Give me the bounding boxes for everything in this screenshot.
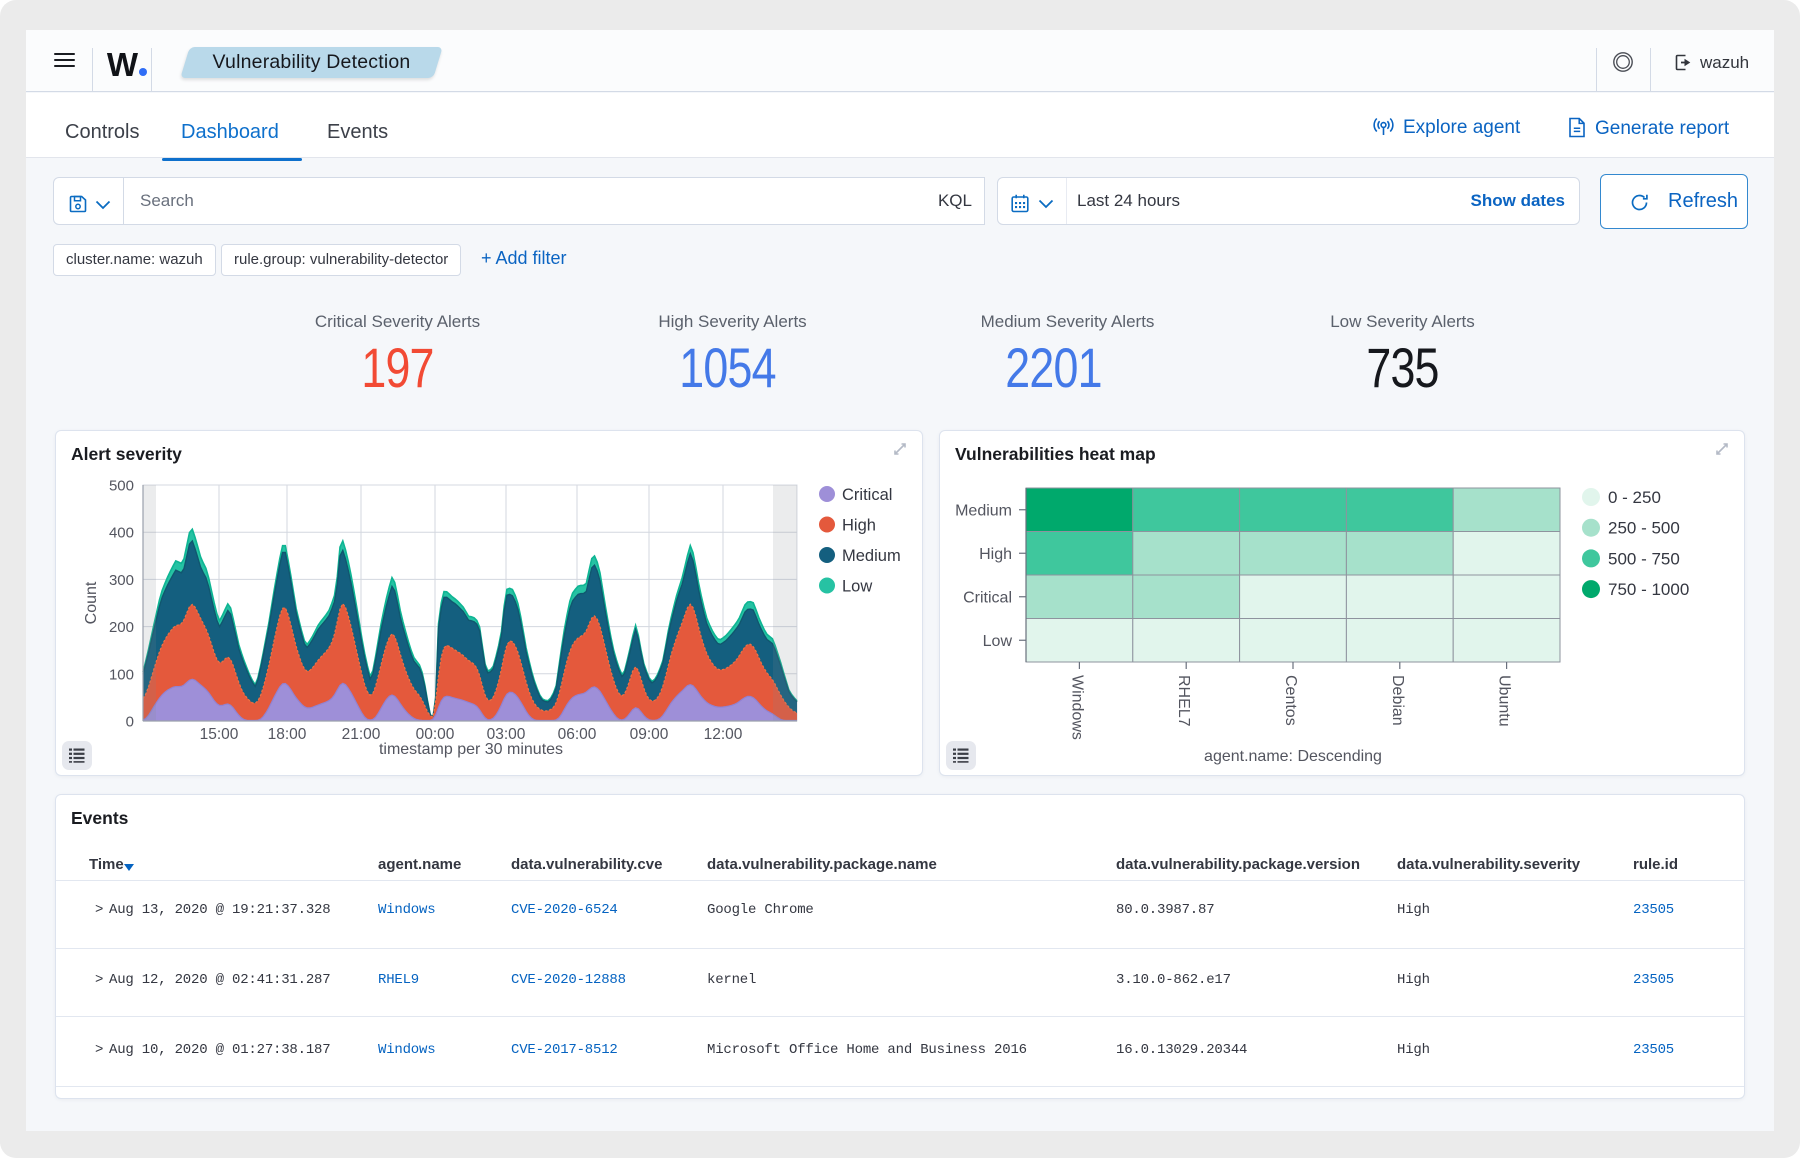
svg-text:300: 300	[109, 572, 134, 589]
svg-text:500: 500	[109, 478, 134, 495]
svg-text:400: 400	[109, 525, 134, 542]
svg-text:750 - 1000: 750 - 1000	[1608, 580, 1689, 599]
svg-text:Debian: Debian	[1389, 675, 1406, 726]
svg-text:15:00: 15:00	[200, 726, 239, 743]
svg-text:Medium: Medium	[842, 547, 901, 565]
svg-text:Windows: Windows	[1068, 675, 1085, 740]
svg-text:Count: Count	[83, 581, 100, 624]
svg-text:12:00: 12:00	[704, 726, 743, 743]
svg-text:Low: Low	[983, 633, 1013, 650]
svg-text:500 - 750: 500 - 750	[1608, 549, 1680, 568]
svg-text:250 - 500: 250 - 500	[1608, 519, 1680, 538]
svg-text:agent.name: Descending: agent.name: Descending	[1204, 748, 1382, 765]
svg-text:18:00: 18:00	[268, 726, 307, 743]
svg-text:High: High	[979, 546, 1012, 563]
svg-text:100: 100	[109, 666, 134, 683]
svg-text:200: 200	[109, 619, 134, 636]
svg-text:Critical: Critical	[842, 486, 892, 504]
svg-text:Critical: Critical	[963, 589, 1012, 606]
svg-text:High: High	[842, 517, 876, 535]
svg-text:timestamp per 30 minutes: timestamp per 30 minutes	[379, 741, 563, 758]
svg-text:0 - 250: 0 - 250	[1608, 488, 1661, 507]
svg-text:Low: Low	[842, 578, 872, 596]
svg-text:21:00: 21:00	[342, 726, 381, 743]
svg-text:09:00: 09:00	[630, 726, 669, 743]
svg-text:Centos: Centos	[1282, 675, 1299, 726]
svg-text:Ubuntu: Ubuntu	[1496, 675, 1513, 727]
svg-text:06:00: 06:00	[558, 726, 597, 743]
svg-text:Medium: Medium	[955, 502, 1012, 519]
svg-text:RHEL7: RHEL7	[1175, 675, 1192, 727]
svg-text:0: 0	[126, 714, 134, 731]
